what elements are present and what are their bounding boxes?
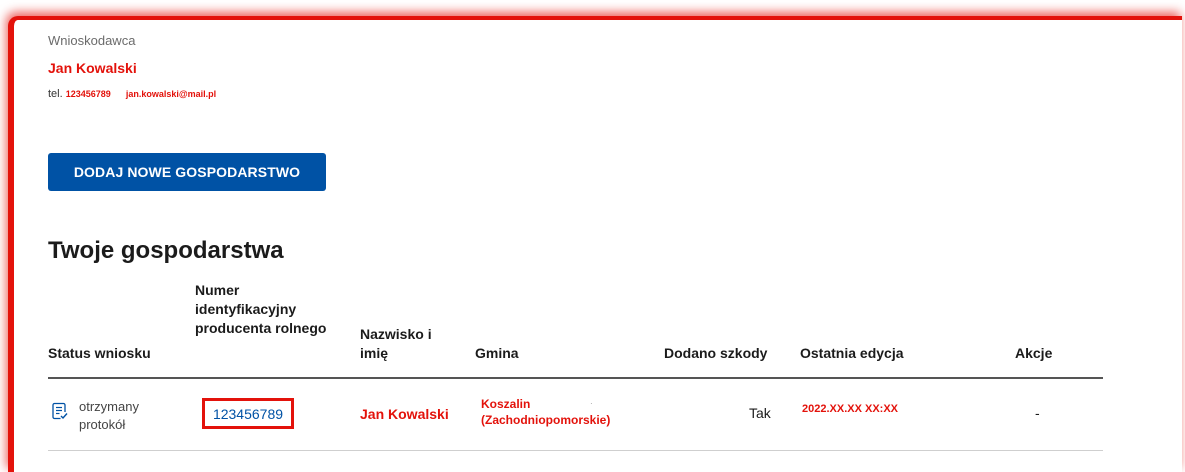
last-edit-cell: 2022.XX.XX XX:XX: [802, 403, 898, 415]
column-header-actions: Akcje: [1015, 345, 1053, 361]
column-header-name: Nazwisko i imię: [360, 326, 432, 361]
phone-number: 123456789: [65, 89, 111, 99]
column-header-last-edit: Ostatnia edycja: [800, 345, 904, 361]
document-check-icon: [52, 402, 68, 420]
damage-cell: Tak: [749, 405, 771, 421]
gmina-cell: Koszalin (Zachodniopomorskie): [481, 397, 611, 427]
column-header-gmina: Gmina: [475, 345, 519, 361]
stray-dot: ·: [590, 399, 593, 408]
actions-cell: -: [1035, 405, 1040, 421]
add-farm-button[interactable]: DODAJ NOWE GOSPODARSTWO: [48, 153, 326, 191]
section-title: Twoje gospodarstwa: [48, 237, 284, 264]
applicant-name: Jan Kowalski: [48, 60, 137, 76]
column-header-status: Status wniosku: [48, 345, 151, 361]
status-text: otrzymany protokół: [79, 399, 139, 432]
name-cell: Jan Kowalski: [360, 406, 449, 422]
email-address: jan.kowalski@mail.pl: [125, 89, 217, 99]
contact-row: tel. 123456789 jan.kowalski@mail.pl: [48, 88, 216, 100]
producer-number-link[interactable]: 123456789: [202, 398, 294, 429]
applicant-label: Wnioskodawca: [48, 33, 136, 48]
column-header-damage: Dodano szkody: [664, 345, 768, 361]
header-divider: [48, 377, 1103, 379]
row-divider: [48, 450, 1103, 451]
phone-prefix: tel.: [48, 88, 63, 100]
column-header-number: Numer identyfikacyjny producenta rolnego: [195, 282, 327, 336]
